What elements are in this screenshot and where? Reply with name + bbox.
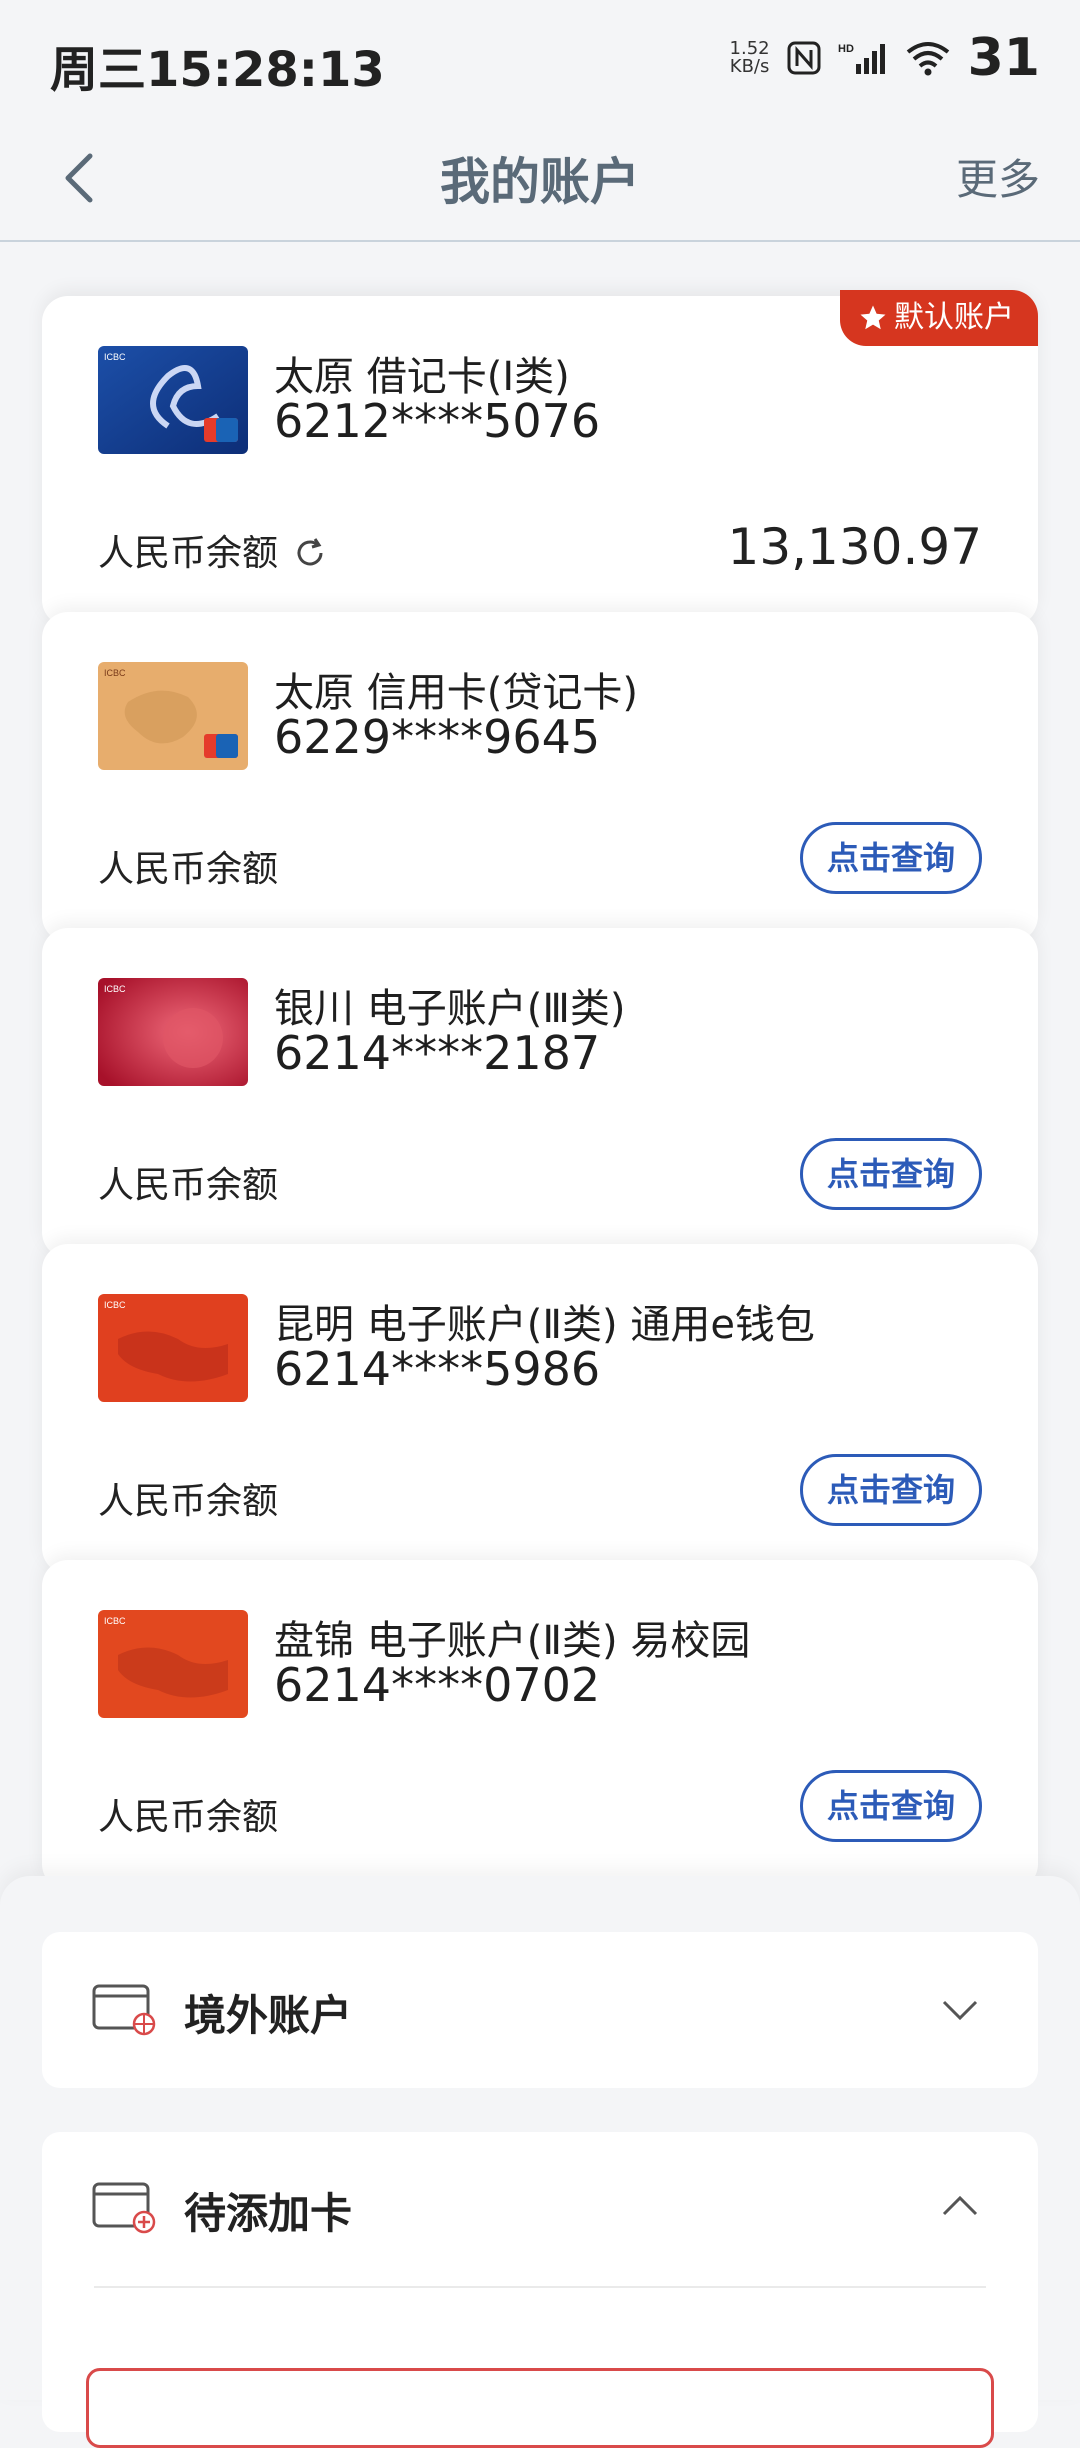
svg-text:ICBC: ICBC [104,352,126,362]
bottom-panel: 境外账户 待添加卡 [0,1876,1080,2448]
star-icon [860,305,886,330]
balance-label: 人民币余额 [98,1165,279,1206]
svg-text:ICBC: ICBC [104,984,126,994]
account-number: 6214****5986 [274,1342,601,1396]
query-balance-button[interactable]: 点击查询 [800,1454,982,1526]
app-header: 我的账户 更多 [0,120,1080,242]
overseas-accounts-section[interactable]: 境外账户 [42,1932,1038,2088]
account-card[interactable]: ICBC 银川 电子账户(Ⅲ类) 6214****2187 人民币余额 点击查询 [42,928,1038,1258]
default-account-badge: 默认账户 [840,290,1038,346]
battery-level: 31 [967,28,1040,88]
account-card[interactable]: ICBC 昆明 电子账户(Ⅱ类) 通用e钱包 6214****5986 人民币余… [42,1244,1038,1574]
account-number: 6212****5076 [274,394,601,448]
svg-text:ICBC: ICBC [104,1616,126,1626]
pending-card-item[interactable] [86,2368,994,2448]
account-number: 6214****2187 [274,1026,601,1080]
balance-value: 13,130.97 [727,518,982,576]
e-account-card-image: ICBC [98,978,248,1086]
overseas-card-icon [92,1984,156,2036]
balance-label: 人民币余额 [98,849,279,890]
divider [94,2286,986,2288]
account-number: 6229****9645 [274,710,601,764]
more-button[interactable]: 更多 [956,146,1040,207]
svg-text:ICBC: ICBC [104,1300,126,1310]
status-bar: 周三15:28:13 1.52 KB/s HD 31 [0,0,1080,120]
chevron-up-icon[interactable] [938,2184,982,2228]
status-time: 周三15:28:13 [50,42,385,98]
debit-card-image: ICBC [98,346,248,454]
balance-label: 人民币余额 [98,1797,279,1838]
svg-text:ICBC: ICBC [104,668,126,678]
campus-card-image: ICBC [98,1610,248,1718]
refresh-icon[interactable] [292,535,328,571]
network-speed: 1.52 KB/s [729,38,770,77]
query-balance-button[interactable]: 点击查询 [800,1138,982,1210]
wifi-icon [906,42,949,76]
add-card-icon [92,2182,156,2234]
pending-cards-section: 待添加卡 [42,2132,1038,2448]
query-balance-button[interactable]: 点击查询 [800,822,982,894]
section-title: 待添加卡 [184,2189,353,2238]
chevron-down-icon[interactable] [938,1988,982,2032]
balance-label: 人民币余额 [98,1481,279,1522]
signal-icon: HD [838,43,885,74]
section-title: 境外账户 [184,1991,353,2040]
query-balance-button[interactable]: 点击查询 [800,1770,982,1842]
account-card[interactable]: ICBC 太原 信用卡(贷记卡) 6229****9645 人民币余额 点击查询 [42,612,1038,942]
balance-label: 人民币余额 [98,524,328,576]
svg-text:HD: HD [838,43,854,55]
status-icons: 1.52 KB/s HD 31 [730,28,1040,88]
page-title: 我的账户 [440,153,640,211]
credit-card-image: ICBC [98,662,248,770]
account-card[interactable]: ICBC 盘锦 电子账户(Ⅱ类) 易校园 6214****0702 人民币余额 … [42,1560,1038,1890]
account-card[interactable]: 默认账户 ICBC 太原 借记卡(Ⅰ类) 6212****5076 人民币余额 … [42,290,1038,626]
e-wallet-card-image: ICBC [98,1294,248,1402]
nfc-icon [787,41,821,75]
account-number: 6214****0702 [274,1658,601,1712]
